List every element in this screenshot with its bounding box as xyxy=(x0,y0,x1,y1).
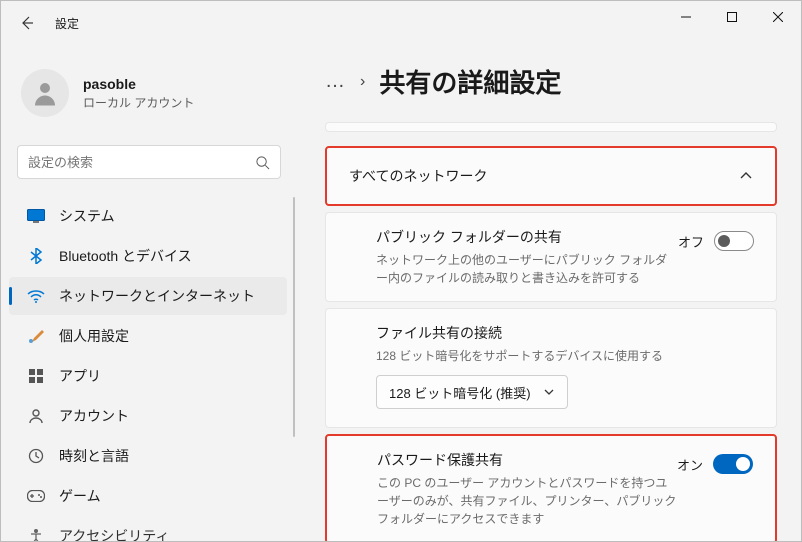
toggle-label: オフ xyxy=(678,232,704,251)
sidebar-item-game[interactable]: ゲーム xyxy=(9,477,287,515)
sidebar-item-network[interactable]: ネットワークとインターネット xyxy=(9,277,287,315)
sidebar-item-time[interactable]: 時刻と言語 xyxy=(9,437,287,475)
user-name: pasoble xyxy=(83,76,194,92)
search-input[interactable] xyxy=(28,155,255,170)
game-icon xyxy=(27,487,45,505)
sidebar-label: 時刻と言語 xyxy=(59,446,129,466)
chevron-right-icon: › xyxy=(360,73,365,91)
titlebar: 設定 xyxy=(1,1,801,45)
toggle-label: オン xyxy=(677,455,703,474)
breadcrumb: … › 共有の詳細設定 xyxy=(325,63,777,100)
settings-window: 設定 pasoble ローカル アカウント xyxy=(0,0,802,542)
wifi-icon xyxy=(27,287,45,305)
minimize-icon xyxy=(681,12,691,22)
nav-list: システム Bluetooth とデバイス ネットワークとインターネット 個人用設… xyxy=(1,197,297,541)
setting-public-folder: パブリック フォルダーの共有 ネットワーク上の他のユーザーにパブリック フォルダ… xyxy=(325,212,777,302)
setting-title: パブリック フォルダーの共有 xyxy=(376,227,676,247)
encryption-dropdown[interactable]: 128 ビット暗号化 (推奨) xyxy=(376,375,568,409)
user-names: pasoble ローカル アカウント xyxy=(83,76,194,111)
search-icon xyxy=(255,155,270,170)
person-icon xyxy=(30,78,60,108)
page-title: 共有の詳細設定 xyxy=(379,63,561,100)
setting-password-sharing: パスワード保護共有 この PC のユーザー アカウントとパスワードを持つユーザー… xyxy=(325,434,777,541)
sidebar-label: アプリ xyxy=(59,366,101,386)
sidebar-label: Bluetooth とデバイス xyxy=(59,246,192,266)
setting-title: ファイル共有の接続 xyxy=(376,323,663,343)
sidebar-label: アカウント xyxy=(59,406,129,426)
group-all-networks: すべてのネットワーク xyxy=(325,146,777,206)
sidebar-item-accessibility[interactable]: アクセシビリティ xyxy=(9,517,287,541)
chevron-down-icon xyxy=(543,386,555,398)
toggle-public-folder[interactable]: オフ xyxy=(678,231,754,251)
close-icon xyxy=(773,12,783,22)
back-arrow-icon xyxy=(19,15,35,31)
main-content: … › 共有の詳細設定 すべてのネットワーク パブリック フォルダーの共有 ネッ… xyxy=(297,45,801,541)
display-icon xyxy=(27,207,45,225)
sidebar-item-personalization[interactable]: 個人用設定 xyxy=(9,317,287,355)
clock-icon xyxy=(27,447,45,465)
account-icon xyxy=(27,407,45,425)
maximize-button[interactable] xyxy=(709,1,755,33)
user-subtext: ローカル アカウント xyxy=(83,94,194,111)
setting-file-share: ファイル共有の接続 128 ビット暗号化をサポートするデバイスに使用する 128… xyxy=(325,308,777,428)
sidebar-label: 個人用設定 xyxy=(59,326,129,346)
sidebar-item-accounts[interactable]: アカウント xyxy=(9,397,287,435)
sidebar-item-bluetooth[interactable]: Bluetooth とデバイス xyxy=(9,237,287,275)
sidebar-label: ネットワークとインターネット xyxy=(59,286,255,306)
setting-desc: 128 ビット暗号化をサポートするデバイスに使用する xyxy=(376,347,663,365)
sidebar-label: ゲーム xyxy=(59,486,101,506)
setting-title: パスワード保護共有 xyxy=(377,450,677,470)
sidebar-item-system[interactable]: システム xyxy=(9,197,287,235)
back-button[interactable] xyxy=(13,9,41,37)
window-title: 設定 xyxy=(55,15,79,32)
previous-group-stub xyxy=(325,122,777,132)
sidebar-label: システム xyxy=(59,206,115,226)
dropdown-value: 128 ビット暗号化 (推奨) xyxy=(389,383,531,402)
group-title: すべてのネットワーク xyxy=(349,166,487,186)
breadcrumb-overflow[interactable]: … xyxy=(325,70,346,93)
bluetooth-icon xyxy=(27,247,45,265)
apps-icon xyxy=(27,367,45,385)
setting-desc: ネットワーク上の他のユーザーにパブリック フォルダー内のファイルの読み取りと書き… xyxy=(376,251,676,287)
toggle-password-sharing[interactable]: オン xyxy=(677,454,753,474)
user-block[interactable]: pasoble ローカル アカウント xyxy=(1,53,297,137)
toggle-switch[interactable] xyxy=(714,231,754,251)
search-box[interactable] xyxy=(17,145,281,179)
minimize-button[interactable] xyxy=(663,1,709,33)
sidebar-item-apps[interactable]: アプリ xyxy=(9,357,287,395)
brush-icon xyxy=(27,327,45,345)
avatar xyxy=(21,69,69,117)
toggle-switch[interactable] xyxy=(713,454,753,474)
group-header[interactable]: すべてのネットワーク xyxy=(327,148,775,204)
maximize-icon xyxy=(727,12,737,22)
setting-desc: この PC のユーザー アカウントとパスワードを持つユーザーのみが、共有ファイル… xyxy=(377,474,677,528)
sidebar-label: アクセシビリティ xyxy=(59,526,169,541)
window-body: pasoble ローカル アカウント システム Bluetooth とデバイス xyxy=(1,45,801,541)
close-button[interactable] xyxy=(755,1,801,33)
accessibility-icon xyxy=(27,527,45,541)
chevron-up-icon xyxy=(739,169,753,183)
sidebar: pasoble ローカル アカウント システム Bluetooth とデバイス xyxy=(1,45,297,541)
scrollbar[interactable] xyxy=(293,197,295,437)
window-controls xyxy=(663,1,801,33)
